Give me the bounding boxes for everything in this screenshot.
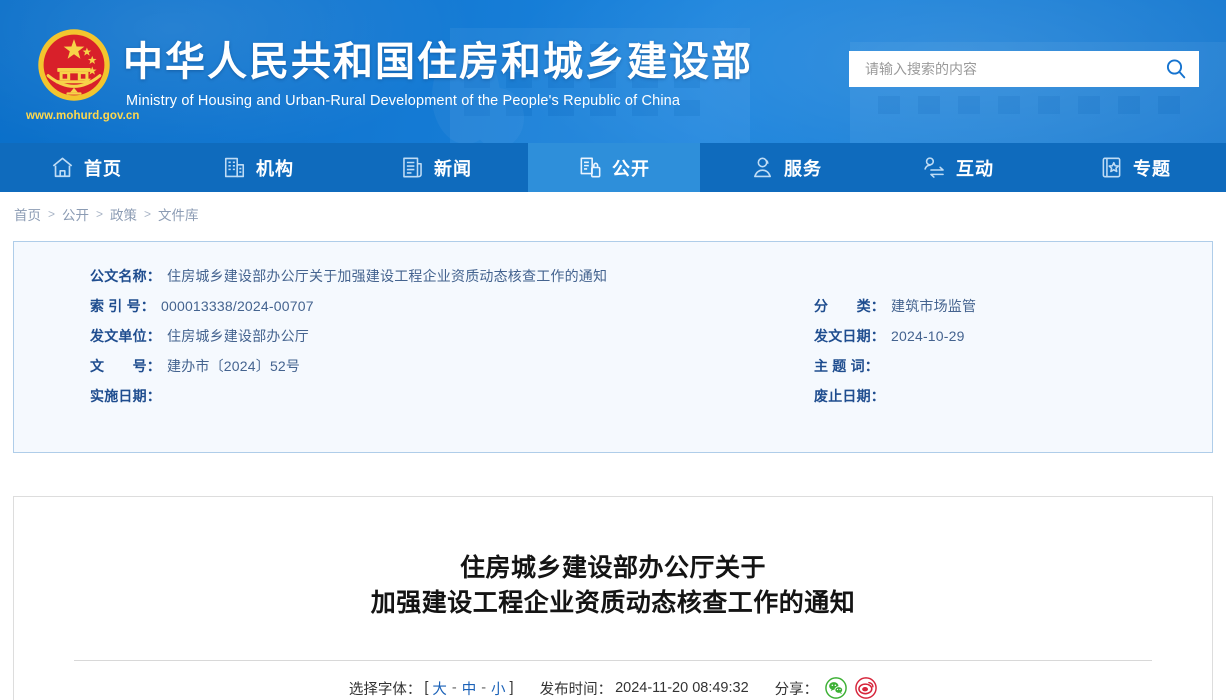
info-value-document-number: 建办市〔2024〕52号 [167, 358, 301, 374]
breadcrumb: 首页 > 公开 > 政策 > 文件库 [0, 192, 1226, 236]
font-size-picker: 选择字体： [ 大 - 中 - 小 ] [349, 678, 514, 699]
search-icon [1166, 59, 1186, 79]
nav-item-service[interactable]: 服务 [700, 143, 872, 192]
site-header-banner: www.mohurd.gov.cn 中华人民共和国住房和城乡建设部 Minist… [0, 0, 1226, 143]
info-label-abolition-date: 废止日期： [814, 388, 885, 404]
info-row-document-number: 文 号： 建办市〔2024〕52号 [90, 356, 790, 386]
nav-item-interaction-label: 互动 [956, 158, 994, 179]
search-button[interactable] [1153, 51, 1199, 87]
info-label-index-number: 索 引 号： [90, 298, 155, 314]
info-value-category: 建筑市场监管 [891, 298, 977, 314]
info-label-subject-terms: 主 题 词： [814, 358, 879, 374]
info-label-issuing-unit: 发文单位： [90, 328, 161, 344]
nav-item-topic-label: 专题 [1133, 158, 1171, 179]
search-box[interactable] [849, 51, 1199, 87]
publish-time-label: 发布时间： [539, 681, 613, 698]
info-row-category: 分 类： 建筑市场监管 [814, 296, 1194, 326]
info-row-issue-date: 发文日期： 2024-10-29 [814, 326, 1194, 356]
news-icon [400, 155, 425, 180]
nav-item-home-label: 首页 [84, 158, 122, 179]
nav-item-news[interactable]: 新闻 [344, 143, 528, 192]
info-label-category: 分 类： [814, 298, 885, 314]
bracket-open: [ [424, 680, 429, 696]
wechat-share-icon[interactable] [825, 677, 847, 699]
interaction-icon [922, 155, 947, 180]
home-icon [50, 155, 75, 180]
info-value-document-name: 住房城乡建设部办公厅关于加强建设工程企业资质动态核查工作的通知 [167, 268, 608, 284]
info-label-effective-date: 实施日期： [90, 388, 161, 404]
info-value-issuing-unit: 住房城乡建设部办公厅 [167, 328, 309, 344]
info-row-issuing-unit: 发文单位： 住房城乡建设部办公厅 [90, 326, 790, 356]
publish-time-value: 2024-11-20 08:49:32 [615, 680, 749, 696]
document-info-card: 公文名称： 住房城乡建设部办公厅关于加强建设工程企业资质动态核查工作的通知 索 … [13, 241, 1213, 453]
font-size-small-button[interactable]: 小 [490, 678, 507, 699]
site-url: www.mohurd.gov.cn [26, 110, 140, 122]
share-label: 分享： [774, 681, 819, 698]
breadcrumb-item-1[interactable]: 公开 [62, 204, 89, 224]
disclosure-icon [578, 155, 603, 180]
breadcrumb-separator: > [144, 207, 152, 221]
font-size-dash: - [481, 680, 487, 696]
main-navigation: 首页 机构 新闻 公开 服务 互动 专题 [0, 143, 1226, 192]
breadcrumb-item-0[interactable]: 首页 [14, 204, 41, 224]
breadcrumb-separator: > [96, 207, 104, 221]
nav-item-service-label: 服务 [784, 158, 822, 179]
page-content: 首页 > 公开 > 政策 > 文件库 公文名称： 住房城乡建设部办公厅关于加强建… [0, 192, 1226, 700]
breadcrumb-separator: > [48, 207, 56, 221]
article-divider [74, 660, 1152, 661]
article-title: 住房城乡建设部办公厅关于 加强建设工程企业资质动态核查工作的通知 [14, 497, 1212, 621]
share-icon-list [825, 677, 877, 699]
article-title-line1: 住房城乡建设部办公厅关于 [459, 554, 766, 582]
document-info-left-column: 公文名称： 住房城乡建设部办公厅关于加强建设工程企业资质动态核查工作的通知 索 … [90, 266, 790, 416]
breadcrumb-item-3[interactable]: 文件库 [158, 204, 199, 224]
search-input[interactable] [849, 51, 1153, 87]
article-card: 住房城乡建设部办公厅关于 加强建设工程企业资质动态核查工作的通知 选择字体： [… [13, 496, 1213, 700]
info-row-subject-terms: 主 题 词： [814, 356, 1194, 386]
info-row-abolition-date: 废止日期： [814, 386, 1194, 416]
building-icon [222, 155, 247, 180]
info-row-index-number: 索 引 号： 000013338/2024-00707 [90, 296, 790, 326]
site-title-cn: 中华人民共和国住房和城乡建设部 [123, 40, 753, 84]
bracket-close: ] [509, 680, 514, 696]
publish-time-group: 发布时间： 2024-11-20 08:49:32 [540, 678, 749, 699]
info-value-issue-date: 2024-10-29 [891, 328, 965, 344]
nav-item-home[interactable]: 首页 [0, 143, 172, 192]
font-size-large-button[interactable]: 大 [431, 678, 448, 699]
service-icon [750, 155, 775, 180]
article-title-line2: 加强建设工程企业资质动态核查工作的通知 [370, 589, 856, 617]
info-label-issue-date: 发文日期： [814, 328, 885, 344]
nav-item-disclosure[interactable]: 公开 [528, 143, 700, 192]
weibo-share-icon[interactable] [855, 677, 877, 699]
nav-item-organization[interactable]: 机构 [172, 143, 344, 192]
nav-item-disclosure-label: 公开 [612, 158, 650, 179]
info-row-effective-date: 实施日期： [90, 386, 790, 416]
document-info-right-column: 分 类： 建筑市场监管 发文日期： 2024-10-29 主 题 词： 废止日期… [814, 296, 1194, 416]
share-group: 分享： [775, 677, 878, 699]
national-emblem-icon [38, 29, 110, 101]
info-label-document-number: 文 号： [90, 358, 161, 374]
breadcrumb-item-2[interactable]: 政策 [110, 204, 137, 224]
topic-star-icon [1099, 155, 1124, 180]
info-row-document-name: 公文名称： 住房城乡建设部办公厅关于加强建设工程企业资质动态核查工作的通知 [90, 266, 790, 296]
font-size-dash: - [451, 680, 457, 696]
site-title-en: Ministry of Housing and Urban-Rural Deve… [126, 93, 681, 109]
info-label-document-name: 公文名称： [90, 268, 161, 284]
info-value-index-number: 000013338/2024-00707 [160, 298, 314, 314]
nav-item-organization-label: 机构 [256, 158, 294, 179]
nav-item-news-label: 新闻 [434, 158, 472, 179]
nav-item-topic[interactable]: 专题 [1044, 143, 1226, 192]
nav-item-interaction[interactable]: 互动 [872, 143, 1044, 192]
font-size-label: 选择字体： [348, 681, 422, 698]
font-size-medium-button[interactable]: 中 [461, 678, 478, 699]
article-meta-bar: 选择字体： [ 大 - 中 - 小 ] 发布时间： 2024-11-20 08:… [14, 677, 1212, 699]
